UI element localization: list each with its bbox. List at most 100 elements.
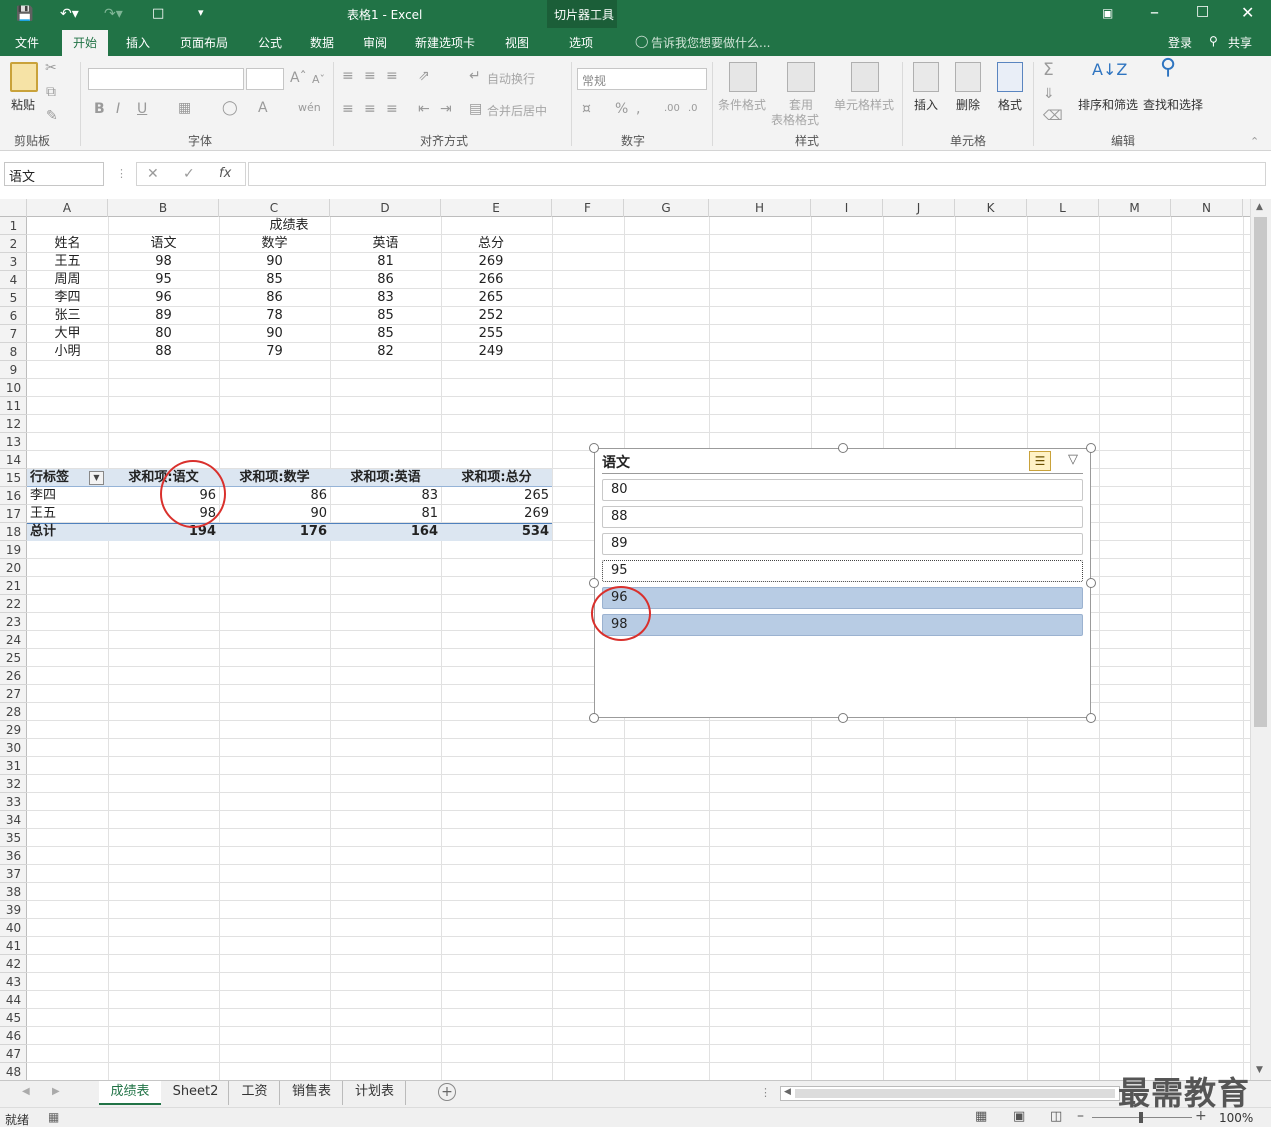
ribbon-display-icon[interactable]: ▣ bbox=[1102, 6, 1113, 20]
minimize-icon[interactable]: – bbox=[1150, 2, 1159, 23]
row-header[interactable]: 26 bbox=[0, 667, 27, 685]
column-header[interactable]: L bbox=[1027, 199, 1099, 217]
row-header[interactable]: 22 bbox=[0, 595, 27, 613]
row-header[interactable]: 45 bbox=[0, 1009, 27, 1027]
resize-handle[interactable] bbox=[838, 443, 848, 453]
save-icon[interactable]: 💾 bbox=[16, 6, 33, 22]
resize-handle[interactable] bbox=[589, 713, 599, 723]
column-header[interactable]: N bbox=[1171, 199, 1243, 217]
row-header[interactable]: 44 bbox=[0, 991, 27, 1009]
row-header[interactable]: 24 bbox=[0, 631, 27, 649]
cell-style-icon[interactable] bbox=[851, 62, 879, 92]
undo-icon[interactable]: ↶▾ bbox=[60, 6, 79, 22]
new-file-icon[interactable]: □ bbox=[152, 6, 164, 21]
font-size-box[interactable] bbox=[246, 68, 284, 90]
share-button[interactable]: 共享 bbox=[1228, 34, 1252, 51]
align-center-icon[interactable]: ≡ bbox=[364, 101, 376, 117]
horizontal-scrollbar[interactable]: ◀ bbox=[780, 1086, 1120, 1101]
grow-font-icon[interactable]: Aˆ bbox=[290, 70, 307, 86]
resize-handle[interactable] bbox=[1086, 578, 1096, 588]
formula-input[interactable] bbox=[248, 162, 1266, 186]
row-header[interactable]: 10 bbox=[0, 379, 27, 397]
sheet-tab[interactable]: 工资 bbox=[230, 1081, 280, 1105]
align-right-icon[interactable]: ≡ bbox=[386, 101, 398, 117]
cancel-icon[interactable]: ✕ bbox=[147, 166, 159, 182]
underline-icon[interactable]: U bbox=[137, 101, 147, 117]
slicer-item[interactable]: 88 bbox=[602, 506, 1083, 528]
row-header[interactable]: 42 bbox=[0, 955, 27, 973]
slicer-item-selected[interactable]: 96 bbox=[602, 587, 1083, 609]
row-header[interactable]: 20 bbox=[0, 559, 27, 577]
row-header[interactable]: 41 bbox=[0, 937, 27, 955]
tab-insert[interactable]: 插入 bbox=[126, 34, 150, 51]
sheet-tab[interactable]: Sheet2 bbox=[163, 1081, 229, 1105]
column-header[interactable]: D bbox=[330, 199, 441, 217]
page-layout-view-icon[interactable]: ▣ bbox=[1013, 1109, 1025, 1124]
column-header[interactable]: E bbox=[441, 199, 552, 217]
vertical-scrollbar[interactable]: ▲ ▼ bbox=[1250, 199, 1271, 1080]
decrease-indent-icon[interactable]: ⇤ bbox=[418, 101, 430, 117]
row-header[interactable]: 15 bbox=[0, 469, 27, 487]
row-header[interactable]: 36 bbox=[0, 847, 27, 865]
clear-icon[interactable]: ⌫ bbox=[1043, 108, 1063, 124]
maximize-icon[interactable]: □ bbox=[1196, 3, 1209, 19]
shrink-font-icon[interactable]: Aˇ bbox=[312, 72, 325, 88]
h-scroll-thumb[interactable] bbox=[795, 1089, 1115, 1098]
format-cells-icon[interactable] bbox=[997, 62, 1023, 92]
number-format-box[interactable]: 常规 bbox=[577, 68, 707, 90]
row-header[interactable]: 35 bbox=[0, 829, 27, 847]
delete-cells-icon[interactable] bbox=[955, 62, 981, 92]
decrease-decimal-icon[interactable]: .0 bbox=[688, 101, 698, 117]
login-link[interactable]: 登录 bbox=[1168, 34, 1192, 51]
align-middle-icon[interactable]: ≡ bbox=[364, 68, 376, 84]
slicer-item[interactable]: 80 bbox=[602, 479, 1083, 501]
tab-page-layout[interactable]: 页面布局 bbox=[180, 34, 228, 51]
resize-handle[interactable] bbox=[1086, 443, 1096, 453]
align-left-icon[interactable]: ≡ bbox=[342, 101, 354, 117]
next-sheet-icon[interactable]: ▶ bbox=[52, 1086, 60, 1097]
fill-icon[interactable]: ⇓ bbox=[1043, 86, 1055, 102]
row-header[interactable]: 4 bbox=[0, 271, 27, 289]
percent-icon[interactable]: % bbox=[615, 101, 628, 117]
insert-cells-button[interactable]: 插入 bbox=[914, 96, 938, 113]
scroll-up-icon[interactable]: ▲ bbox=[1256, 202, 1263, 212]
column-header[interactable]: B bbox=[108, 199, 219, 217]
row-header[interactable]: 1 bbox=[0, 217, 27, 235]
sort-filter-icon[interactable]: A↓Z bbox=[1092, 62, 1127, 78]
wrap-text-button[interactable]: 自动换行 bbox=[487, 70, 535, 87]
row-header[interactable]: 43 bbox=[0, 973, 27, 991]
row-header[interactable]: 12 bbox=[0, 415, 27, 433]
zoom-out-icon[interactable]: – bbox=[1077, 1108, 1084, 1124]
merge-center-button[interactable]: 合并后居中 bbox=[487, 102, 547, 119]
row-header[interactable]: 37 bbox=[0, 865, 27, 883]
table-format-icon[interactable] bbox=[787, 62, 815, 92]
normal-view-icon[interactable]: ▦ bbox=[975, 1109, 987, 1124]
row-header[interactable]: 16 bbox=[0, 487, 27, 505]
row-header[interactable]: 38 bbox=[0, 883, 27, 901]
customize-qat-icon[interactable]: ▾ bbox=[198, 6, 204, 19]
conditional-format-button[interactable]: 条件格式 bbox=[718, 96, 766, 113]
row-header[interactable]: 17 bbox=[0, 505, 27, 523]
italic-icon[interactable]: I bbox=[116, 101, 120, 117]
font-color-icon[interactable]: A bbox=[258, 100, 268, 116]
row-header[interactable]: 39 bbox=[0, 901, 27, 919]
paste-icon[interactable] bbox=[10, 62, 38, 92]
slicer-item[interactable]: 89 bbox=[602, 533, 1083, 555]
wrap-text-icon[interactable]: ↵ bbox=[469, 68, 481, 84]
collapse-ribbon-icon[interactable]: ⌃ bbox=[1250, 134, 1259, 150]
slicer-panel[interactable]: 语文 ☰ ▽ 80 88 89 95 96 98 bbox=[594, 448, 1091, 718]
row-header[interactable]: 13 bbox=[0, 433, 27, 451]
scroll-thumb[interactable] bbox=[1254, 217, 1267, 727]
row-header[interactable]: 11 bbox=[0, 397, 27, 415]
find-select-button[interactable]: 查找和选择 bbox=[1143, 96, 1203, 113]
merge-icon[interactable]: ▤ bbox=[469, 101, 482, 117]
column-header[interactable]: M bbox=[1099, 199, 1171, 217]
row-header[interactable]: 7 bbox=[0, 325, 27, 343]
row-header[interactable]: 29 bbox=[0, 721, 27, 739]
row-header[interactable]: 3 bbox=[0, 253, 27, 271]
delete-cells-button[interactable]: 删除 bbox=[956, 96, 980, 113]
row-header[interactable]: 6 bbox=[0, 307, 27, 325]
column-header[interactable]: I bbox=[811, 199, 883, 217]
tab-split-icon[interactable]: ⋮ bbox=[760, 1086, 771, 1099]
column-header[interactable]: C bbox=[219, 199, 330, 217]
